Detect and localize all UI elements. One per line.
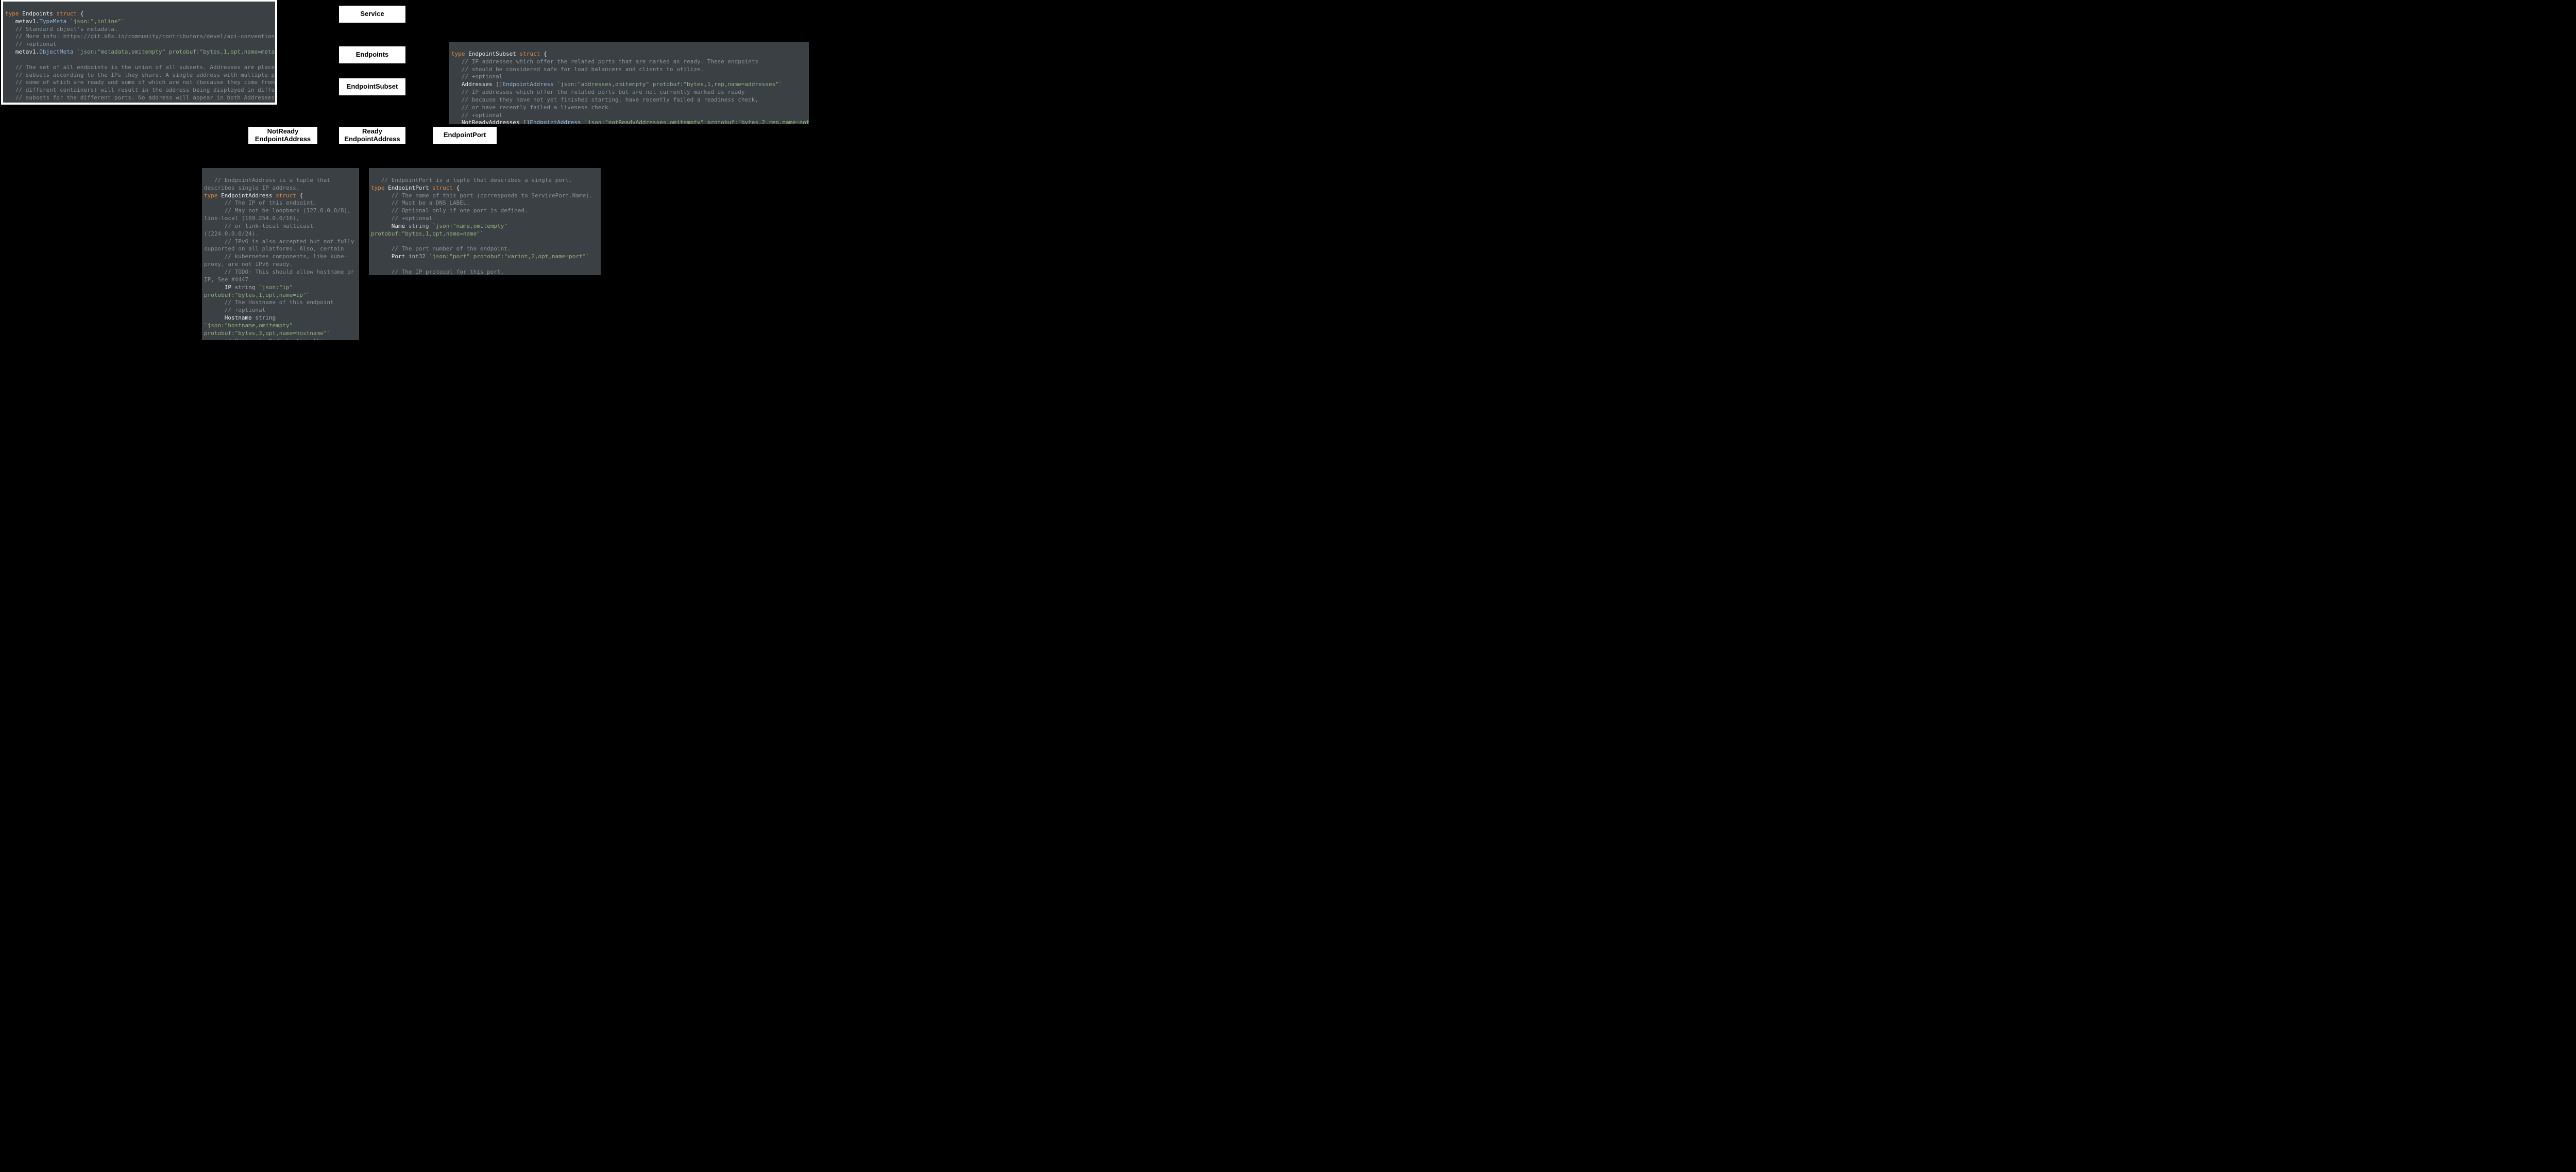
code-endpoint-subset: type EndpointSubset struct { // IP addre…	[449, 42, 809, 124]
box-endpoint-port: EndpointPort	[432, 126, 497, 144]
box-service: Service	[338, 5, 406, 23]
code-endpoint-address: // EndpointAddress is a tuple that descr…	[202, 168, 359, 340]
code-endpoints: type Endpoints struct { metav1.TypeMeta …	[3, 2, 275, 103]
box-endpoint-subset: EndpointSubset	[338, 78, 406, 96]
box-ready-address: Ready EndpointAddress	[338, 126, 406, 144]
box-notready-address: NotReady EndpointAddress	[248, 126, 318, 144]
box-endpoints: Endpoints	[338, 46, 406, 64]
code-endpoint-port: // EndpointPort is a tuple that describe…	[369, 168, 601, 275]
